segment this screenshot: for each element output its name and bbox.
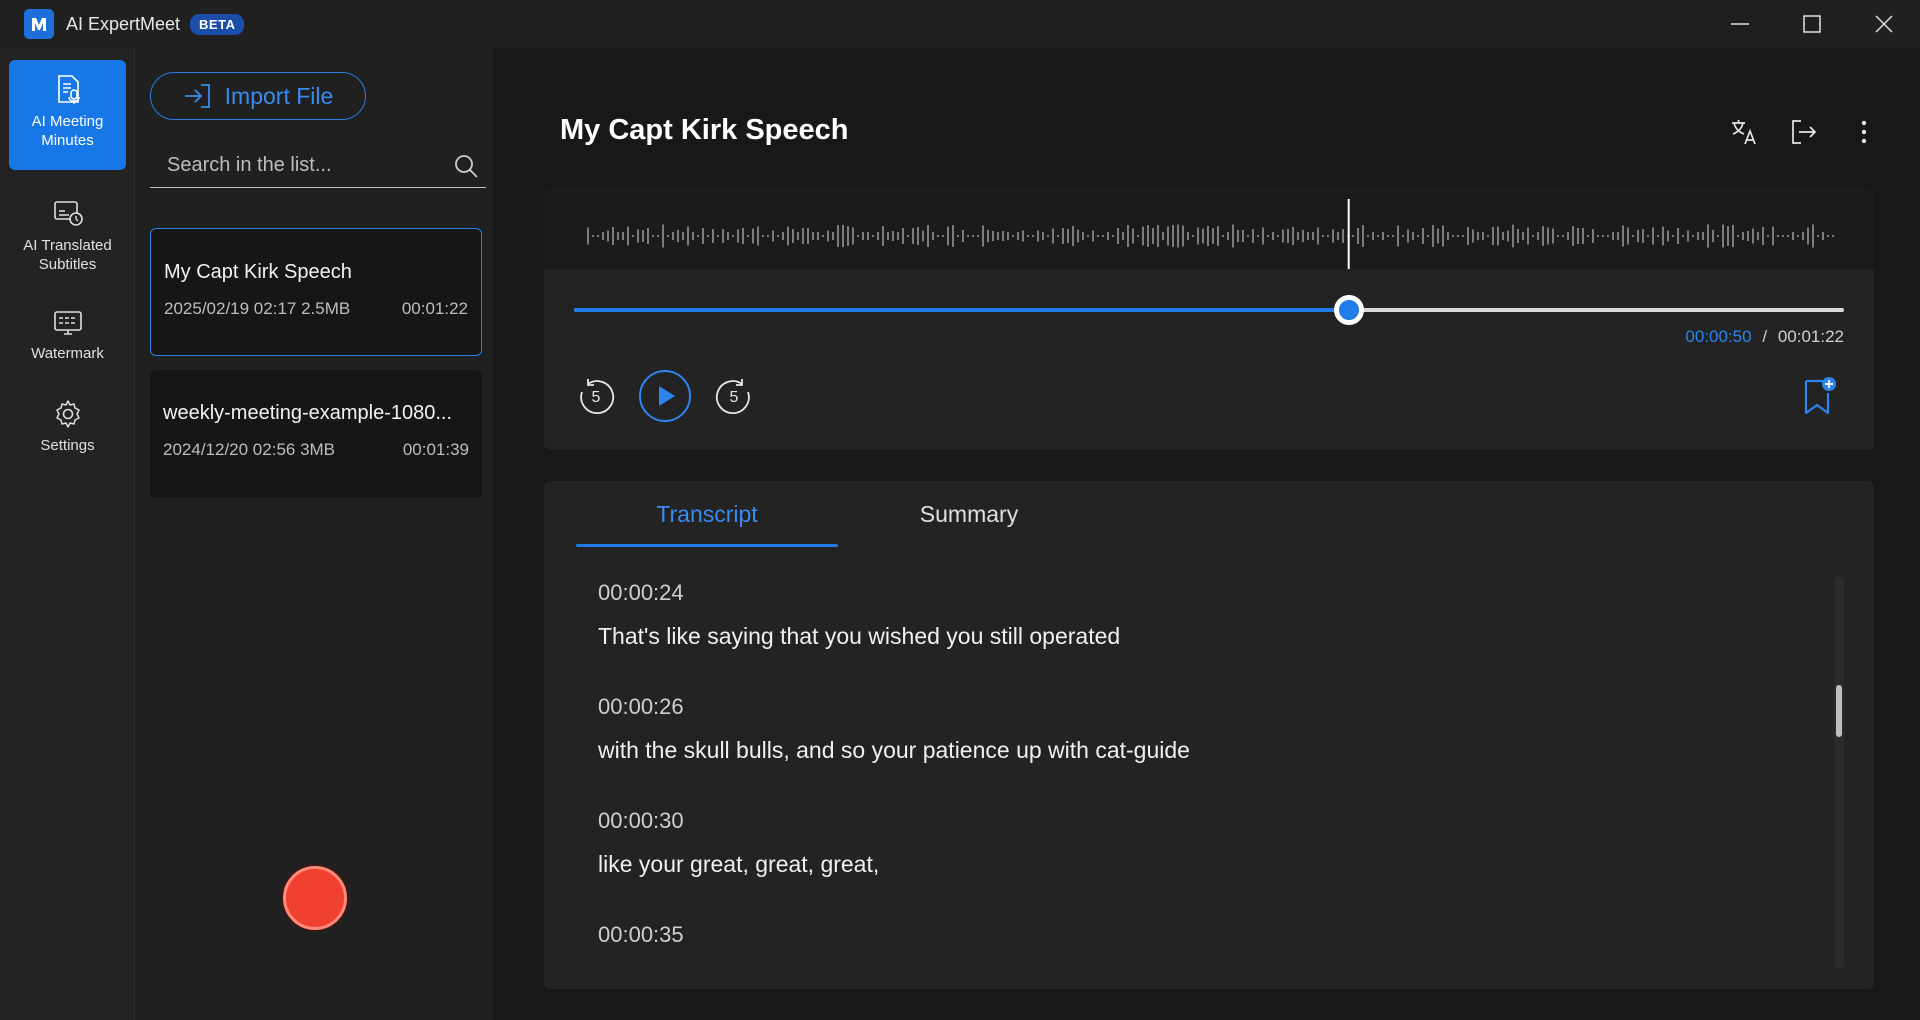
time-readout: 00:00:50 / 00:01:22 xyxy=(1685,327,1844,347)
file-duration: 00:01:22 xyxy=(401,299,468,318)
seek-thumb[interactable] xyxy=(1333,295,1364,325)
transcript-scrollbar[interactable] xyxy=(1834,577,1844,969)
transcript-entry[interactable]: 00:00:30 like your great, great, great, xyxy=(598,801,1798,915)
nav-label: AI Translated Subtitles xyxy=(23,237,112,273)
audio-player: 00:00:50 / 00:01:22 5 5 xyxy=(544,187,1874,450)
file-card[interactable]: My Capt Kirk Speech 2025/02/19 02:17 2.5… xyxy=(150,228,482,356)
search-button[interactable] xyxy=(446,153,486,179)
playback-controls: 5 5 xyxy=(576,369,754,423)
import-icon xyxy=(184,84,210,108)
meeting-minutes-icon xyxy=(57,75,80,104)
total-time: 00:01:22 xyxy=(1777,327,1844,346)
skip-back-button[interactable]: 5 xyxy=(576,376,616,416)
nav-item-ai-translated-subtitles[interactable]: AI Translated Subtitles xyxy=(9,182,126,282)
time-separator: / xyxy=(1762,327,1768,346)
file-name: weekly-meeting-example-1080... xyxy=(163,402,453,424)
entry-text: That's like saying that you wished you s… xyxy=(598,623,1121,649)
more-vertical-icon xyxy=(1861,120,1867,144)
app-title: AI ExpertMeet xyxy=(66,13,181,34)
seek-slider[interactable] xyxy=(574,295,1844,325)
bookmark-add-icon xyxy=(1804,377,1836,415)
entry-timestamp[interactable]: 00:00:30 xyxy=(598,801,1798,841)
subtitles-icon xyxy=(53,201,83,226)
minimize-button[interactable] xyxy=(1704,0,1776,48)
close-button[interactable] xyxy=(1848,0,1920,48)
nav-item-ai-meeting-minutes[interactable]: AI Meeting Minutes xyxy=(9,60,126,170)
maximize-button[interactable] xyxy=(1776,0,1848,48)
nav-label: Settings xyxy=(40,437,95,454)
play-icon xyxy=(639,370,691,422)
file-meta: 2025/02/19 02:17 2.5MB xyxy=(164,299,351,318)
import-file-button[interactable]: Import File xyxy=(150,72,366,120)
app-logo-icon xyxy=(24,9,54,39)
entry-timestamp[interactable]: 00:00:35 xyxy=(598,915,1798,955)
seek-progress xyxy=(574,308,1349,312)
tabs: Transcript Summary xyxy=(576,481,1100,547)
export-icon xyxy=(1792,120,1817,144)
file-list-panel: Import File My Capt Kirk Speech 2025/02/… xyxy=(136,48,494,1020)
nav-label: AI Meeting Minutes xyxy=(31,113,104,149)
file-name: My Capt Kirk Speech xyxy=(164,261,352,283)
file-card[interactable]: weekly-meeting-example-1080... 2024/12/2… xyxy=(150,370,482,498)
skip-forward-button[interactable]: 5 xyxy=(714,376,754,416)
export-button[interactable] xyxy=(1784,112,1824,152)
forward-5-icon: 5 xyxy=(715,379,750,414)
content-panel: Transcript Summary 00:00:24 That's like … xyxy=(544,481,1874,989)
more-options-button[interactable] xyxy=(1844,112,1884,152)
transcript-list: 00:00:24 That's like saying that you wis… xyxy=(598,573,1798,989)
translate-button[interactable] xyxy=(1724,112,1764,152)
nav-item-watermark[interactable]: Watermark xyxy=(9,282,126,378)
add-bookmark-button[interactable] xyxy=(1802,375,1838,422)
left-nav: AI Meeting Minutes AI Translated Subtitl… xyxy=(0,48,135,1020)
close-icon xyxy=(1875,15,1893,33)
transcript-entry[interactable]: 00:00:24 That's like saying that you wis… xyxy=(598,573,1798,687)
record-button[interactable] xyxy=(283,866,347,930)
window-controls xyxy=(1704,0,1920,48)
transcript-entry[interactable]: 00:00:35 xyxy=(598,915,1798,989)
scrollbar-thumb[interactable] xyxy=(1836,685,1842,737)
tab-summary[interactable]: Summary xyxy=(838,481,1100,547)
search-input[interactable] xyxy=(150,154,446,177)
title-bar: AI ExpertMeet BETA xyxy=(0,0,1920,48)
play-button[interactable] xyxy=(638,369,692,423)
entry-text: like your great, great, great, xyxy=(598,851,880,877)
current-time: 00:00:50 xyxy=(1685,327,1752,346)
beta-badge: BETA xyxy=(190,13,245,35)
toolbar xyxy=(1724,112,1884,152)
entry-text: with the skull bulls, and so your patien… xyxy=(598,737,1190,763)
nav-item-settings[interactable]: Settings xyxy=(9,378,126,474)
entry-timestamp[interactable]: 00:00:24 xyxy=(598,573,1798,613)
minimize-icon xyxy=(1731,23,1749,25)
import-file-label: Import File xyxy=(224,82,334,109)
watermark-icon xyxy=(53,311,82,335)
entry-text xyxy=(598,955,1798,989)
search-icon xyxy=(455,154,478,178)
svg-text:5: 5 xyxy=(730,389,739,406)
tab-transcript[interactable]: Transcript xyxy=(576,481,838,547)
gear-icon xyxy=(55,400,80,428)
transcript-entry[interactable]: 00:00:26 with the skull bulls, and so yo… xyxy=(598,687,1798,801)
file-meta: 2024/12/20 02:56 3MB xyxy=(163,440,336,459)
rewind-5-icon: 5 xyxy=(580,379,615,414)
main-panel: My Capt Kirk Speech 00:00:50 / 00:01:22 … xyxy=(494,48,1920,1020)
translate-icon xyxy=(1732,120,1756,145)
waveform[interactable] xyxy=(544,187,1874,269)
search-bar xyxy=(150,144,486,188)
maximize-icon xyxy=(1803,15,1821,33)
entry-timestamp[interactable]: 00:00:26 xyxy=(598,687,1798,727)
file-duration: 00:01:39 xyxy=(402,440,469,459)
page-title: My Capt Kirk Speech xyxy=(560,114,849,146)
waveform-graphic xyxy=(587,199,1834,269)
svg-text:5: 5 xyxy=(592,389,601,406)
nav-label: Watermark xyxy=(31,345,104,362)
